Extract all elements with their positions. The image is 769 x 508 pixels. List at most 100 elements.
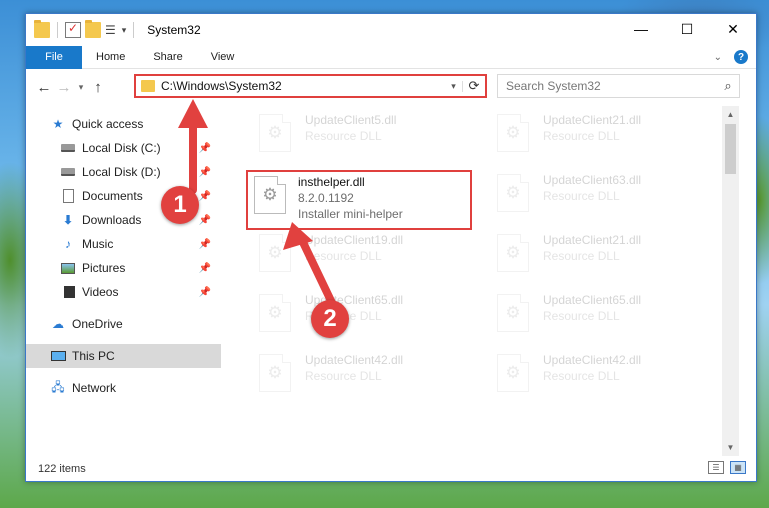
window-controls: — ☐ ✕ [618,14,756,44]
toolbar-separator [57,22,58,38]
quick-access-toolbar: ☰ ▾ [26,20,137,38]
drive-icon [60,165,76,179]
file-name: UpdateClient65.dll [543,293,642,307]
file-description: Resource DLL [543,309,620,323]
file-name: UpdateClient42.dll [305,353,404,367]
dll-file-icon: ⚙ [497,354,529,392]
dll-file-icon: ⚙ [259,234,291,272]
music-icon: ♪ [65,237,71,251]
forward-arrow-icon[interactable]: → [54,79,74,96]
file-item-insthelper[interactable]: ⚙ insthelper.dll 8.2.0.1192 Installer mi… [246,170,472,230]
pin-icon: 📌 [198,286,211,298]
folder-icon [34,20,50,38]
file-item[interactable]: ⚙ UpdateClient42.dll Resource DLL [479,350,699,408]
scroll-down-icon[interactable]: ▼ [722,439,739,456]
sidebar-item-label: This PC [72,349,115,363]
toolbar-separator [133,22,135,38]
recent-locations-icon[interactable]: ▾ [74,82,88,93]
help-icon[interactable]: ? [734,50,748,64]
vertical-scrollbar[interactable]: ▲ ▼ [722,106,739,456]
file-item[interactable]: ⚙ UpdateClient42.dll Resource DLL [241,350,461,408]
tab-view[interactable]: View [197,46,249,69]
sidebar-item-label: Local Disk (C:) [82,141,161,155]
expand-ribbon-icon[interactable]: ⌄ [714,52,722,63]
sidebar-item-label: Network [72,381,117,395]
file-item[interactable]: ⚙ UpdateClient21.dll Resource DLL [479,230,699,288]
dll-file-icon: ⚙ [497,114,529,152]
title-bar: ☰ ▾ System32 — ☐ ✕ [26,14,756,46]
maximize-button[interactable]: ☐ [664,14,710,44]
cloud-icon: ☁ [52,317,64,331]
sidebar-item-label: OneDrive [72,317,123,331]
pin-icon: 📌 [198,214,211,226]
scrollbar-thumb[interactable] [725,124,736,174]
properties-icon[interactable] [65,21,81,38]
sidebar-item-pictures[interactable]: Pictures 📌 [26,256,221,280]
sidebar-item-onedrive[interactable]: ☁ OneDrive [26,312,221,336]
navigation-pane: ★ Quick access Local Disk (C:) 📌 Local D… [26,106,221,456]
sidebar-item-local-disk-d[interactable]: Local Disk (D:) 📌 [26,160,221,184]
tab-home[interactable]: Home [82,46,139,69]
address-dropdown-icon[interactable]: ▾ [445,80,463,92]
star-icon: ★ [52,117,64,131]
tab-file[interactable]: File [26,45,82,69]
sidebar-item-local-disk-c[interactable]: Local Disk (C:) 📌 [26,136,221,160]
file-item[interactable]: ⚙ UpdateClient5.dll Resource DLL [241,110,461,168]
address-bar[interactable]: C:\Windows\System32 ▾ ⟳ [134,74,487,98]
item-count: 122 items [38,462,86,475]
sidebar-item-label: Pictures [82,261,126,275]
view-options-icon[interactable]: ☰ [105,23,116,37]
close-button[interactable]: ✕ [710,14,756,44]
document-icon [60,189,76,203]
search-box[interactable]: ⌕ [497,74,740,98]
search-icon[interactable]: ⌕ [717,78,739,94]
sidebar-item-network[interactable]: 🖧 Network [26,376,221,400]
sidebar-item-label: Local Disk (D:) [82,165,161,179]
large-icons-view-icon[interactable]: ▦ [730,461,746,474]
pin-icon: 📌 [198,166,211,178]
file-item[interactable]: ⚙ UpdateClient65.dll Resource DLL [241,290,461,348]
dll-file-icon: ⚙ [254,176,286,214]
file-item[interactable]: ⚙ UpdateClient65.dll Resource DLL [479,290,699,348]
pin-icon: 📌 [198,238,211,250]
folder-icon [141,80,155,92]
file-description: Resource DLL [543,189,620,203]
file-name: UpdateClient63.dll [543,173,642,187]
sidebar-item-label: Downloads [82,213,142,227]
file-name: UpdateClient5.dll [305,113,397,127]
status-bar: 122 items ☰ ▦ [26,456,756,481]
file-description: Resource DLL [305,129,382,143]
file-name: UpdateClient21.dll [543,233,642,247]
search-input[interactable] [506,79,717,93]
file-description: Resource DLL [305,369,382,383]
pin-icon: 📌 [198,262,211,274]
file-item[interactable]: ⚙ UpdateClient21.dll Resource DLL [479,110,699,168]
sidebar-item-label: Music [82,237,114,251]
file-description: Resource DLL [543,249,620,263]
scroll-up-icon[interactable]: ▲ [722,106,739,123]
sidebar-item-music[interactable]: ♪ Music 📌 [26,232,221,256]
minimize-button[interactable]: — [618,14,664,44]
dll-file-icon: ⚙ [259,114,291,152]
address-path[interactable]: C:\Windows\System32 [161,79,445,93]
file-description: Resource DLL [305,249,382,263]
file-item[interactable]: ⚙ UpdateClient63.dll Resource DLL [479,170,699,228]
details-view-icon[interactable]: ☰ [708,461,724,474]
tab-share[interactable]: Share [139,46,196,69]
drive-icon [60,141,76,155]
step-badge-1: 1 [161,186,199,224]
back-arrow-icon[interactable]: ← [34,79,54,96]
sidebar-item-this-pc[interactable]: This PC [26,344,221,368]
new-folder-icon[interactable] [85,20,101,38]
file-name: insthelper.dll [298,175,365,189]
file-item[interactable]: ⚙ UpdateClient19.dll Resource DLL [241,230,461,288]
sidebar-item-quick-access[interactable]: ★ Quick access [26,112,221,136]
file-name: UpdateClient19.dll [305,233,404,247]
customize-toolbar-icon[interactable]: ▾ [122,25,127,36]
network-icon: 🖧 [51,379,65,394]
up-arrow-icon[interactable]: ↑ [88,79,108,96]
step-badge-2: 2 [311,300,349,338]
sidebar-item-videos[interactable]: Videos 📌 [26,280,221,304]
explorer-window: ☰ ▾ System32 — ☐ ✕ File Home Share View … [25,13,757,482]
refresh-icon[interactable]: ⟳ [463,78,485,94]
